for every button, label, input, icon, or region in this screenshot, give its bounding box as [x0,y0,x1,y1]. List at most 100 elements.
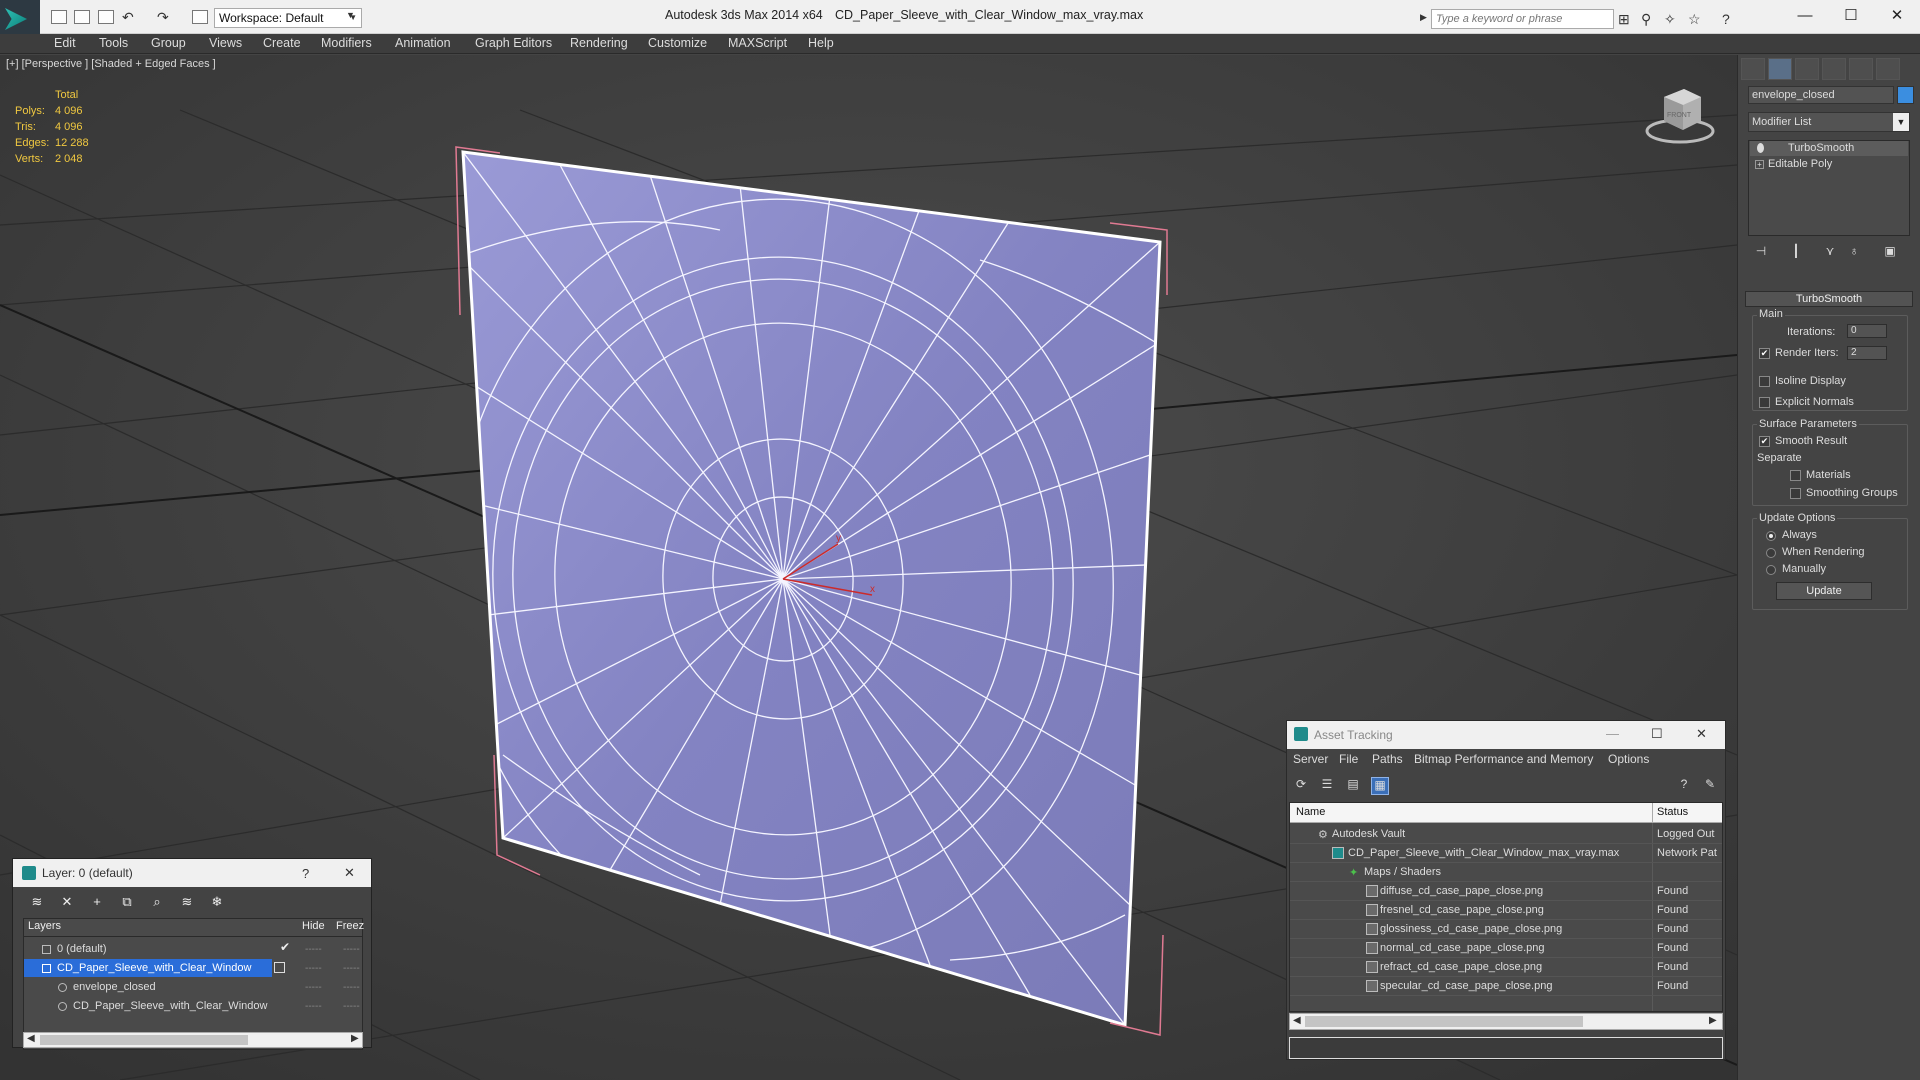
isoline-display-checkbox[interactable] [1759,376,1770,387]
asset-menu-file[interactable]: File [1339,752,1358,766]
lightbulb-icon[interactable] [1757,143,1764,153]
add-to-layer-icon[interactable]: + [88,894,106,912]
thumbnail-view-icon[interactable]: ▤ [1344,777,1362,795]
hide-all-layers-icon[interactable]: ≋ [178,894,196,912]
utilities-tab-icon[interactable] [1876,58,1900,80]
asset-menu-options[interactable]: Options [1608,752,1649,766]
freeze-column-header[interactable]: Freez [336,920,364,936]
motion-tab-icon[interactable] [1822,58,1846,80]
close-button[interactable]: ✕ [1874,4,1920,28]
menu-create[interactable]: Create [263,36,301,50]
save-file-icon[interactable] [98,10,114,24]
expand-plus-icon[interactable]: + [1755,160,1764,169]
stack-item-editable-poly[interactable]: Editable Poly [1750,157,1908,172]
separate-smoothing-groups-checkbox[interactable] [1790,488,1801,499]
modifier-list-dropdown[interactable]: Modifier List ▼ [1748,112,1910,132]
status-column-header[interactable]: Status [1657,806,1688,818]
redo-icon[interactable]: ↷ [157,9,169,26]
project-folder-icon[interactable] [192,10,208,24]
menu-customize[interactable]: Customize [648,36,707,50]
set-current-layer-box[interactable] [274,962,285,973]
display-tab-icon[interactable] [1849,58,1873,80]
freeze-value[interactable]: ----- [343,1001,360,1012]
menu-group[interactable]: Group [151,36,186,50]
create-layer-icon[interactable]: ≋ [28,894,46,912]
iterations-spinner[interactable]: 0 [1847,324,1887,338]
menu-help[interactable]: Help [808,36,834,50]
layer-row-selected[interactable]: CD_Paper_Sleeve_with_Clear_Window [24,959,272,977]
delete-layer-icon[interactable]: ✕ [58,894,76,912]
hide-value[interactable]: ----- [305,963,322,974]
asset-maximize-button[interactable]: ☐ [1651,726,1663,742]
asset-help-context-icon[interactable]: ✎ [1701,777,1719,795]
smooth-result-checkbox[interactable]: ✔ [1759,436,1770,447]
separate-materials-checkbox[interactable] [1790,470,1801,481]
render-iters-checkbox[interactable]: ✔ [1759,348,1770,359]
scroll-right-icon[interactable]: ▶ [1709,1015,1717,1026]
workspace-dropdown[interactable]: Workspace: Default ▼ [214,8,362,28]
layer-scroll-thumb[interactable] [40,1035,248,1045]
hide-value[interactable]: ----- [305,982,322,993]
rollout-turbosmooth-header[interactable]: TurboSmooth [1745,291,1913,307]
search-input[interactable]: Type a keyword or phrase [1431,9,1614,29]
create-tab-icon[interactable] [1741,58,1765,80]
menu-graph-editors[interactable]: Graph Editors [475,36,552,50]
communication-center-icon[interactable]: ✧ [1664,11,1676,28]
search-expand-icon[interactable]: ▶ [1420,12,1427,23]
asset-minimize-button[interactable]: — [1606,726,1619,741]
undo-icon[interactable]: ↶ [122,9,134,26]
asset-menu-bitmap-performance[interactable]: Bitmap Performance and Memory [1414,752,1593,766]
hide-value[interactable]: ----- [305,1001,322,1012]
search-icon[interactable]: ⚲ [1641,11,1651,28]
freeze-all-layers-icon[interactable]: ❄ [208,894,226,912]
table-view-icon[interactable]: ▦ [1371,777,1389,795]
menu-rendering[interactable]: Rendering [570,36,628,50]
make-unique-icon[interactable]: ⋎ [1821,244,1839,262]
maximize-button[interactable]: ☐ [1828,4,1874,28]
scroll-left-icon[interactable]: ◀ [27,1033,35,1044]
asset-scroll-thumb[interactable] [1305,1016,1583,1027]
menu-edit[interactable]: Edit [54,36,76,50]
open-file-icon[interactable] [74,10,90,24]
render-iters-spinner[interactable]: 2 [1847,346,1887,360]
object-name-input[interactable]: envelope_closed [1748,86,1894,104]
update-when-rendering-radio[interactable] [1766,548,1776,558]
modify-tab-icon[interactable] [1768,58,1792,80]
new-file-icon[interactable] [51,10,67,24]
menu-animation[interactable]: Animation [395,36,451,50]
asset-close-button[interactable]: ✕ [1696,726,1707,742]
hide-value[interactable]: ----- [305,944,322,955]
update-manually-radio[interactable] [1766,565,1776,575]
update-always-radio[interactable] [1766,531,1776,541]
layer-help-button[interactable]: ? [302,866,309,881]
select-in-layer-icon[interactable]: ⧉ [118,894,136,912]
stack-item-turbosmooth[interactable]: TurboSmooth [1750,141,1908,156]
menu-modifiers[interactable]: Modifiers [321,36,372,50]
menu-views[interactable]: Views [209,36,242,50]
asset-help-icon[interactable]: ? [1675,777,1693,795]
explicit-normals-checkbox[interactable] [1759,397,1770,408]
quick-access-dropdown-icon[interactable]: ▼ [346,10,355,20]
scroll-left-icon[interactable]: ◀ [1293,1015,1301,1026]
remove-modifier-icon[interactable]: ♁ [1845,244,1863,262]
object-color-swatch[interactable] [1897,86,1914,104]
refresh-icon[interactable]: ⟳ [1292,777,1310,795]
help-icon[interactable]: ? [1722,11,1730,27]
menu-tools[interactable]: Tools [99,36,128,50]
layer-close-button[interactable]: ✕ [344,865,355,881]
show-end-result-icon[interactable]: ┃ [1787,244,1805,262]
asset-path-input[interactable] [1289,1037,1723,1059]
hierarchy-tab-icon[interactable] [1795,58,1819,80]
favorites-star-icon[interactable]: ☆ [1688,11,1701,28]
asset-menu-paths[interactable]: Paths [1372,752,1403,766]
freeze-value[interactable]: ----- [343,982,360,993]
freeze-value[interactable]: ----- [343,963,360,974]
layers-column-header[interactable]: Layers [28,920,61,936]
hide-column-header[interactable]: Hide [302,920,325,936]
name-column-header[interactable]: Name [1296,806,1325,818]
list-view-icon[interactable]: ☰ [1318,777,1336,795]
highlight-layer-icon[interactable]: ⌕ [148,894,166,912]
pin-stack-icon[interactable]: ⊣ [1752,244,1770,262]
minimize-button[interactable]: — [1782,4,1828,28]
binoculars-icon[interactable]: ⊞ [1618,11,1630,28]
